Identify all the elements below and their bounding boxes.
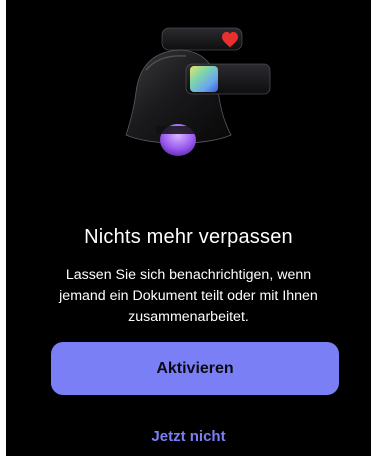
bell-clapper bbox=[156, 124, 200, 156]
not-now-link[interactable]: Jetzt nicht bbox=[6, 428, 371, 445]
description-text: Lassen Sie sich benachrichtigen, wenn je… bbox=[59, 267, 318, 325]
notification-permission-screen: Nichts mehr verpassen Lassen Sie sich be… bbox=[6, 0, 371, 456]
notification-bell-illustration bbox=[125, 27, 271, 156]
page-title: Nichts mehr verpassen bbox=[84, 226, 293, 248]
activate-button[interactable]: Aktivieren bbox=[51, 342, 339, 395]
notification-card-middle bbox=[185, 63, 271, 95]
